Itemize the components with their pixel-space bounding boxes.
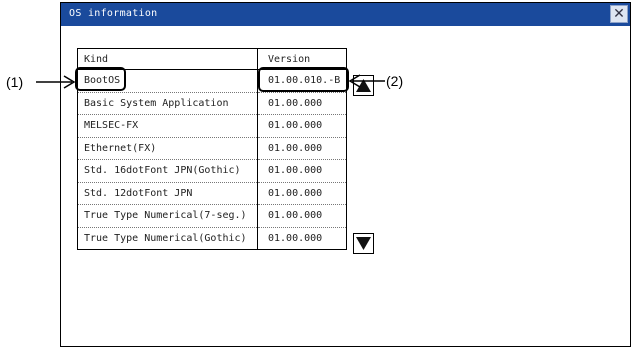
kind-cell: Std. 16dotFont JPN(Gothic) xyxy=(77,159,258,183)
version-cell: 01.00.000 xyxy=(257,137,347,160)
table-row[interactable]: Std. 16dotFont JPN(Gothic) 01.00.000 xyxy=(77,159,347,183)
kind-cell: MELSEC-FX xyxy=(77,114,258,138)
version-cell: 01.00.000 xyxy=(257,92,347,115)
version-cell: 01.00.000 xyxy=(257,159,347,183)
version-cell: 01.00.000 xyxy=(257,204,347,228)
scroll-up-button[interactable] xyxy=(353,75,374,96)
table-row[interactable]: True Type Numerical(Gothic) 01.00.000 xyxy=(77,227,347,250)
callout-label-1: (1) xyxy=(6,74,24,90)
highlight-box-version xyxy=(258,67,349,92)
callout-label-2: (2) xyxy=(386,73,404,89)
kind-cell: True Type Numerical(7-seg.) xyxy=(77,204,258,228)
kind-cell: Std. 12dotFont JPN xyxy=(77,182,258,205)
table-row[interactable]: True Type Numerical(7-seg.) 01.00.000 xyxy=(77,204,347,228)
scroll-down-button[interactable] xyxy=(353,233,374,254)
kind-cell: True Type Numerical(Gothic) xyxy=(77,227,258,250)
kind-cell: Basic System Application xyxy=(77,92,258,115)
highlight-box-kind xyxy=(75,67,126,91)
title-bar: OS information ✕ xyxy=(61,3,630,26)
triangle-down-icon xyxy=(356,237,371,250)
close-button[interactable]: ✕ xyxy=(610,5,628,23)
window-title: OS information xyxy=(69,8,158,19)
table-row[interactable]: Basic System Application 01.00.000 xyxy=(77,92,347,115)
os-information-window: OS information ✕ Kind Version BootOS 01.… xyxy=(60,2,631,347)
table-row[interactable]: Ethernet(FX) 01.00.000 xyxy=(77,137,347,160)
version-cell: 01.00.000 xyxy=(268,232,323,244)
kind-cell: Ethernet(FX) xyxy=(77,137,258,160)
version-cell: 01.00.000 xyxy=(257,114,347,138)
triangle-up-icon xyxy=(356,79,371,92)
table-row[interactable]: Std. 12dotFont JPN 01.00.000 xyxy=(77,182,347,205)
table-row[interactable]: MELSEC-FX 01.00.000 xyxy=(77,114,347,138)
close-icon: ✕ xyxy=(613,6,625,22)
version-cell: 01.00.000 xyxy=(257,182,347,205)
